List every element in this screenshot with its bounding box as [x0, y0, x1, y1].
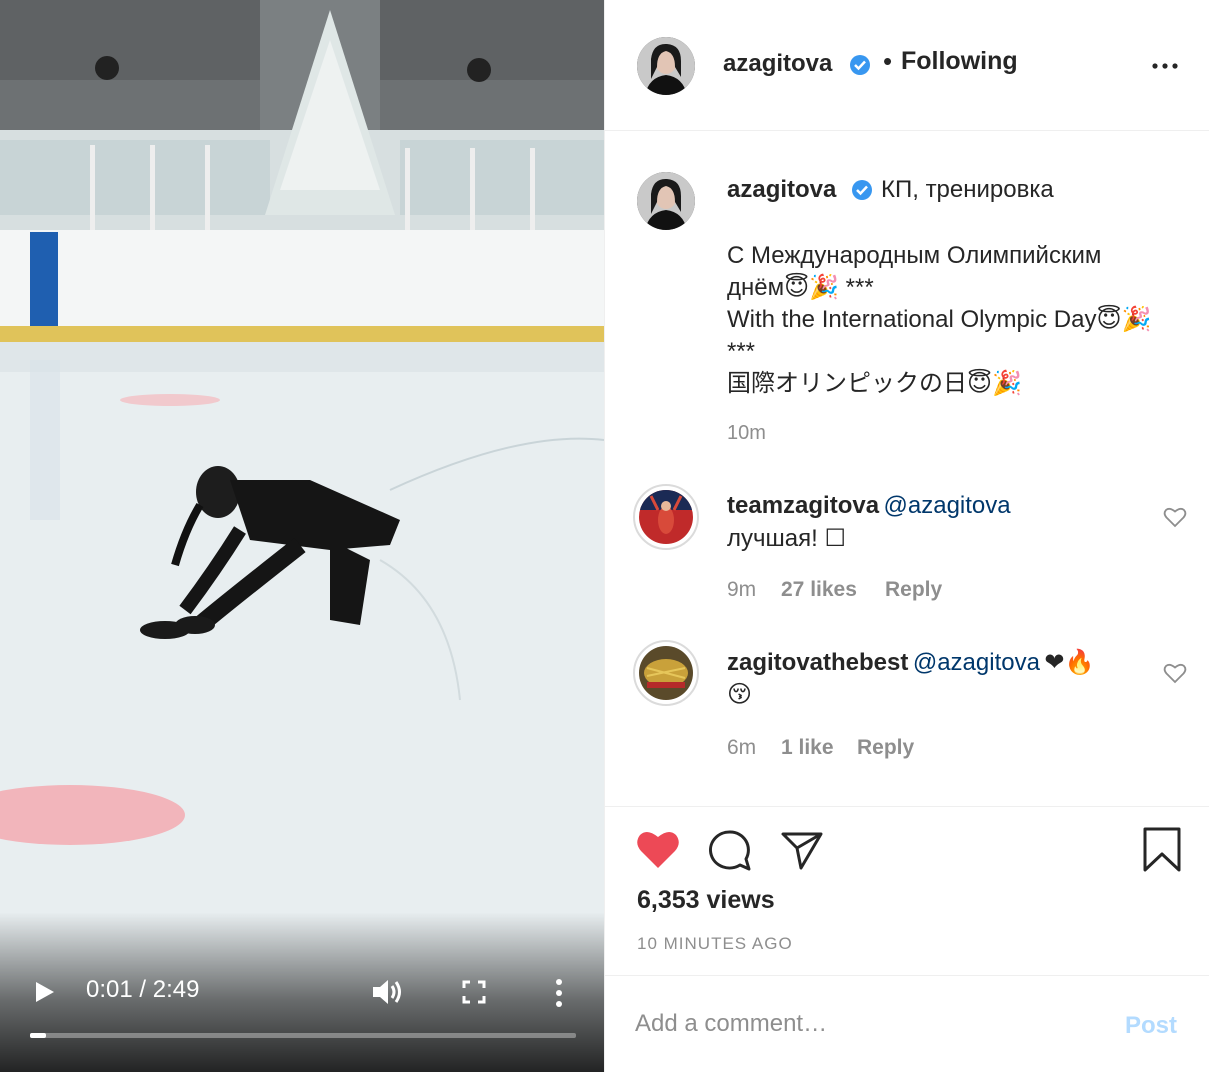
- comment-mention[interactable]: @azagitova: [884, 492, 1011, 519]
- fullscreen-button[interactable]: [460, 978, 488, 1006]
- comment-line: zagitovathebest @azagitova ❤🔥: [727, 648, 1094, 677]
- following-button[interactable]: Following: [901, 47, 1018, 76]
- comment-like-button[interactable]: [1163, 506, 1187, 528]
- video-progress-bar[interactable]: [30, 1033, 576, 1038]
- caption-text: С Международным Олимпийским днём😇🎉 *** W…: [727, 240, 1197, 400]
- comment-mention[interactable]: @azagitova: [913, 649, 1040, 676]
- view-count[interactable]: 6,353 views: [637, 886, 775, 915]
- post-panel: azagitova • Following azagitova КП, трен…: [604, 0, 1212, 1072]
- verified-badge-icon: [849, 54, 871, 76]
- post-header: azagitova • Following: [605, 0, 1209, 131]
- caption-author-avatar[interactable]: [637, 172, 695, 230]
- save-button[interactable]: [1141, 826, 1183, 879]
- post-timestamp[interactable]: 10 MINUTES AGO: [637, 934, 793, 954]
- volume-icon: [373, 980, 401, 1004]
- follow-separator: •: [883, 46, 893, 76]
- comment-reply-button[interactable]: Reply: [857, 736, 914, 760]
- like-button[interactable]: [635, 828, 681, 875]
- comment-reply-button[interactable]: Reply: [885, 578, 942, 602]
- comment-text-inline: ❤🔥: [1044, 649, 1095, 676]
- comment-text: лучшая! ☐: [727, 525, 846, 552]
- caption-line: ***: [727, 338, 756, 365]
- more-vertical-icon: [556, 979, 562, 1007]
- commenter-avatar[interactable]: [633, 484, 699, 550]
- commenter-avatar[interactable]: [633, 640, 699, 706]
- comment-likes[interactable]: 1 like: [781, 736, 834, 760]
- video-more-button[interactable]: [548, 976, 570, 1010]
- comment-text: 😚: [727, 681, 753, 708]
- bookmark-icon: [1143, 827, 1181, 872]
- comment-icon: [709, 830, 751, 871]
- comment-input[interactable]: [635, 1004, 1095, 1044]
- heart-outline-icon: [1163, 663, 1187, 684]
- post-options-button[interactable]: [1150, 58, 1180, 74]
- verified-badge-icon: [851, 179, 873, 201]
- caption-line: With the International Olympic Day😇🎉: [727, 306, 1152, 333]
- volume-button[interactable]: [370, 976, 404, 1008]
- caption-line: днём😇🎉 ***: [727, 274, 874, 301]
- video-player[interactable]: 0:01 / 2:49: [0, 0, 604, 1072]
- play-button[interactable]: [30, 978, 58, 1006]
- play-icon: [36, 982, 54, 1002]
- comment-likes[interactable]: 27 likes: [781, 578, 857, 602]
- heart-filled-icon: [637, 831, 679, 868]
- post-comment-button[interactable]: Post: [1125, 1012, 1177, 1040]
- share-button[interactable]: [779, 828, 825, 877]
- video-time: 0:01 / 2:49: [86, 976, 200, 1003]
- caption-timestamp[interactable]: 10m: [727, 422, 766, 445]
- heart-outline-icon: [1163, 507, 1187, 528]
- comment-timestamp[interactable]: 6m: [727, 736, 756, 760]
- comment-timestamp[interactable]: 9m: [727, 578, 756, 602]
- caption-first-line: КП, тренировка: [881, 176, 1054, 203]
- caption-username[interactable]: azagitova: [727, 176, 836, 204]
- author-username[interactable]: azagitova: [723, 50, 832, 78]
- comment-line: teamzagitova @azagitova: [727, 492, 1011, 520]
- caption-line: 国際オリンピックの日😇🎉: [727, 370, 1022, 397]
- comment-username[interactable]: teamzagitova: [727, 492, 879, 519]
- share-icon: [781, 832, 823, 870]
- author-avatar[interactable]: [637, 37, 695, 95]
- comment-button[interactable]: [707, 828, 753, 877]
- comment-like-button[interactable]: [1163, 662, 1187, 684]
- more-horizontal-icon: [1152, 63, 1178, 69]
- video-progress-fill: [30, 1033, 47, 1038]
- fullscreen-icon: [462, 980, 486, 1004]
- comment-username[interactable]: zagitovathebest: [727, 649, 908, 676]
- caption-line: С Международным Олимпийским: [727, 242, 1102, 269]
